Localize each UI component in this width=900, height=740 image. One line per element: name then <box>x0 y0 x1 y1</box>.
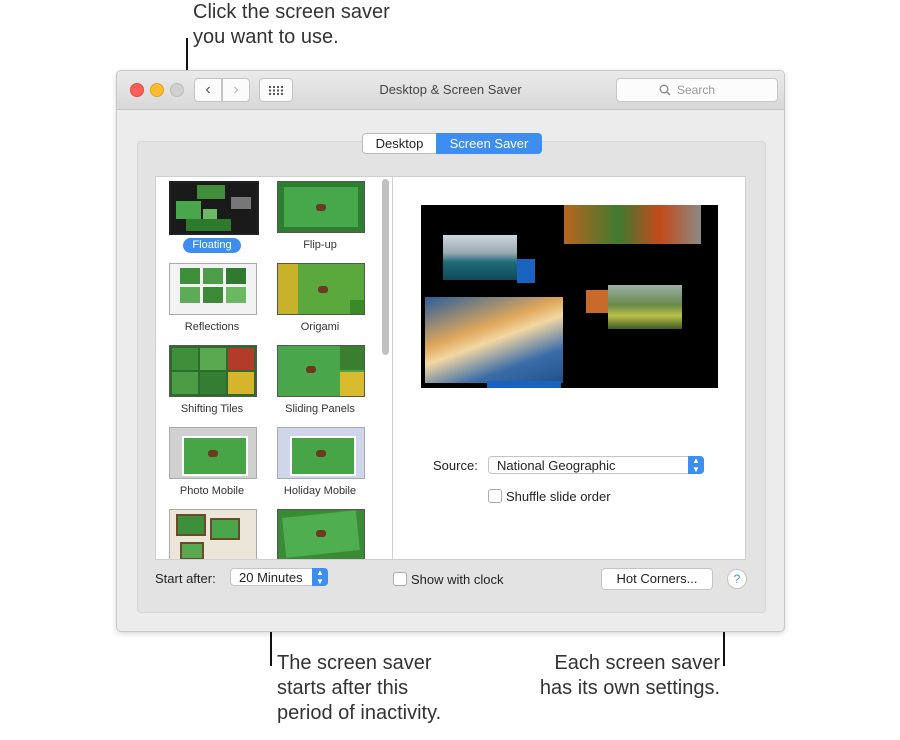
screen-saver-list[interactable]: Floating Flip-up Reflections Origami Shi… <box>155 176 394 560</box>
start-after-label: Start after: <box>155 571 216 586</box>
show-clock-label: Show with clock <box>411 572 504 587</box>
screen-saver-label-floating: Floating <box>183 238 241 253</box>
title-bar: ‹ › Desktop & Screen Saver Search <box>117 71 784 110</box>
screen-saver-thumb-origami[interactable] <box>277 263 365 315</box>
search-icon <box>659 84 671 96</box>
screen-saver-thumb-floating[interactable] <box>169 181 259 235</box>
updown-arrows-icon: ▲ ▼ <box>688 456 704 474</box>
start-after-value: 20 Minutes <box>239 570 303 585</box>
screen-saver-label-sliding-panels: Sliding Panels <box>285 403 355 415</box>
updown-arrows-icon: ▲ ▼ <box>312 568 328 586</box>
screen-saver-thumb-reflections[interactable] <box>169 263 257 315</box>
tab-screen-saver[interactable]: Screen Saver <box>436 133 542 154</box>
callout-choose-saver: Click the screen saver you want to use. <box>193 1 390 48</box>
start-after-popup[interactable]: 20 Minutes ▲ ▼ <box>230 568 328 586</box>
show-clock-checkbox[interactable] <box>393 572 407 586</box>
screen-saver-label-holiday-mobile: Holiday Mobile <box>283 485 357 497</box>
screen-saver-label-photo-mobile: Photo Mobile <box>179 485 245 497</box>
search-field[interactable]: Search <box>616 78 778 102</box>
shuffle-checkbox[interactable] <box>488 489 502 503</box>
screen-saver-thumb-photo-mobile[interactable] <box>169 427 257 479</box>
help-button[interactable]: ? <box>727 569 747 589</box>
screen-saver-label-shifting-tiles: Shifting Tiles <box>180 403 244 415</box>
source-popup[interactable]: National Geographic ▲ ▼ <box>488 456 704 474</box>
preview-image <box>421 205 718 388</box>
source-label: Source: <box>433 458 478 473</box>
callout-own-settings: Each screen saver has its own settings. <box>539 652 720 699</box>
screen-saver-label-reflections: Reflections <box>184 321 240 333</box>
callout-start-after: The screen saver starts after this perio… <box>277 652 442 724</box>
tab-desktop[interactable]: Desktop <box>362 133 437 154</box>
screen-saver-thumb-sliding-panels[interactable] <box>277 345 365 397</box>
shuffle-label: Shuffle slide order <box>506 489 611 504</box>
screen-saver-thumb-vintage-prints[interactable] <box>169 509 257 559</box>
screen-saver-label-origami: Origami <box>300 321 340 333</box>
hot-corners-button[interactable]: Hot Corners... <box>601 568 713 590</box>
preview-pane: Source: National Geographic ▲ ▼ Shuffle s… <box>392 176 746 560</box>
preferences-window: ‹ › Desktop & Screen Saver Search Deskto <box>116 70 785 632</box>
screen-saver-thumb-flip-up[interactable] <box>277 181 365 233</box>
screen-saver-thumb-ken-burns[interactable] <box>277 509 365 559</box>
search-placeholder: Search <box>677 83 716 97</box>
screen-saver-thumb-holiday-mobile[interactable] <box>277 427 365 479</box>
screen-saver-label-flip-up: Flip-up <box>303 239 337 251</box>
list-scrollbar[interactable] <box>382 179 389 355</box>
screen-saver-thumb-shifting-tiles[interactable] <box>169 345 257 397</box>
source-value: National Geographic <box>497 458 616 473</box>
